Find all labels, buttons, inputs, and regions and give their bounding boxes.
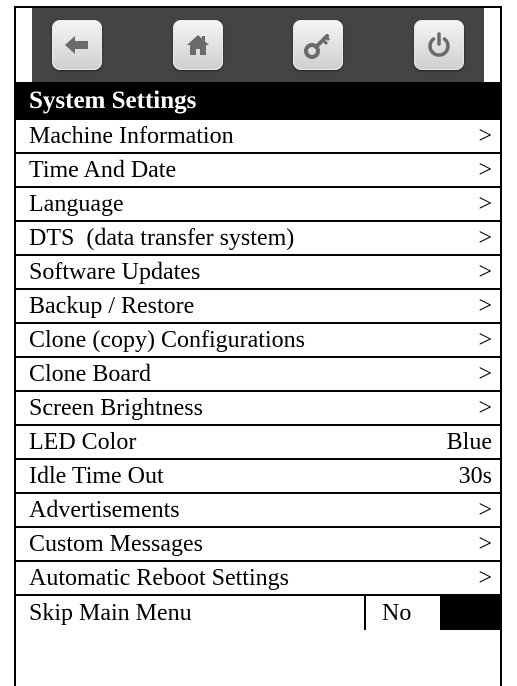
chevron-right-icon: > <box>478 564 492 591</box>
chevron-right-icon: > <box>478 394 492 421</box>
page-title: System Settings <box>16 82 500 120</box>
chevron-right-icon: > <box>478 292 492 319</box>
menu-item-led-color[interactable]: LED Color Blue <box>16 426 500 460</box>
toolbar <box>16 8 500 82</box>
menu-item-label: Clone (copy) Configurations <box>29 326 305 353</box>
menu-item-label: Language <box>29 190 124 217</box>
menu-item-label: Custom Messages <box>29 530 203 557</box>
skip-main-menu-toggle[interactable] <box>440 596 500 630</box>
chevron-right-icon: > <box>478 326 492 353</box>
menu-item-label: DTS (data transfer system) <box>29 224 295 251</box>
chevron-right-icon: > <box>478 224 492 251</box>
menu-item-backup-restore[interactable]: Backup / Restore > <box>16 290 500 324</box>
chevron-right-icon: > <box>478 190 492 217</box>
power-icon <box>425 31 453 59</box>
back-button[interactable] <box>52 20 102 70</box>
skip-main-menu-value[interactable]: No <box>364 596 440 630</box>
power-button[interactable] <box>413 20 464 70</box>
settings-list: Machine Information > Time And Date > La… <box>16 120 500 630</box>
menu-item-label: Clone Board <box>29 360 151 387</box>
menu-item-custom-messages[interactable]: Custom Messages > <box>16 528 500 562</box>
chevron-right-icon: > <box>478 258 492 285</box>
settings-screen: System Settings Machine Information > Ti… <box>14 6 502 686</box>
chevron-right-icon: > <box>478 122 492 149</box>
menu-item-label: Automatic Reboot Settings <box>29 564 289 591</box>
menu-item-label: Skip Main Menu <box>29 599 192 626</box>
chevron-right-icon: > <box>478 496 492 523</box>
menu-item-clone-board[interactable]: Clone Board > <box>16 358 500 392</box>
menu-item-machine-information[interactable]: Machine Information > <box>16 120 500 154</box>
skip-main-menu-toggle-group: No <box>364 596 500 630</box>
menu-item-language[interactable]: Language > <box>16 188 500 222</box>
menu-item-label: Backup / Restore <box>29 292 195 319</box>
key-button[interactable] <box>293 20 344 70</box>
key-icon <box>303 30 333 60</box>
chevron-right-icon: > <box>478 156 492 183</box>
chevron-right-icon: > <box>478 360 492 387</box>
menu-item-dts[interactable]: DTS (data transfer system) > <box>16 222 500 256</box>
menu-item-skip-main-menu[interactable]: Skip Main Menu No <box>16 596 500 630</box>
menu-item-screen-brightness[interactable]: Screen Brightness > <box>16 392 500 426</box>
home-button[interactable] <box>172 20 223 70</box>
menu-item-label: Screen Brightness <box>29 394 203 421</box>
menu-item-label: Time And Date <box>29 156 177 183</box>
menu-item-label: Advertisements <box>29 496 180 523</box>
toolbar-bar <box>32 8 484 82</box>
home-icon <box>184 32 212 58</box>
menu-item-software-updates[interactable]: Software Updates > <box>16 256 500 290</box>
menu-item-idle-time-out[interactable]: Idle Time Out 30s <box>16 460 500 494</box>
arrow-left-icon <box>63 33 91 57</box>
idle-time-out-value: 30s <box>458 462 492 489</box>
menu-item-time-and-date[interactable]: Time And Date > <box>16 154 500 188</box>
menu-item-automatic-reboot-settings[interactable]: Automatic Reboot Settings > <box>16 562 500 596</box>
led-color-value: Blue <box>446 428 492 455</box>
menu-item-label: Machine Information <box>29 122 234 149</box>
menu-item-label: Idle Time Out <box>29 462 164 489</box>
chevron-right-icon: > <box>478 530 492 557</box>
menu-item-clone-configurations[interactable]: Clone (copy) Configurations > <box>16 324 500 358</box>
menu-item-label: Software Updates <box>29 258 201 285</box>
menu-item-label: LED Color <box>29 428 137 455</box>
menu-item-advertisements[interactable]: Advertisements > <box>16 494 500 528</box>
